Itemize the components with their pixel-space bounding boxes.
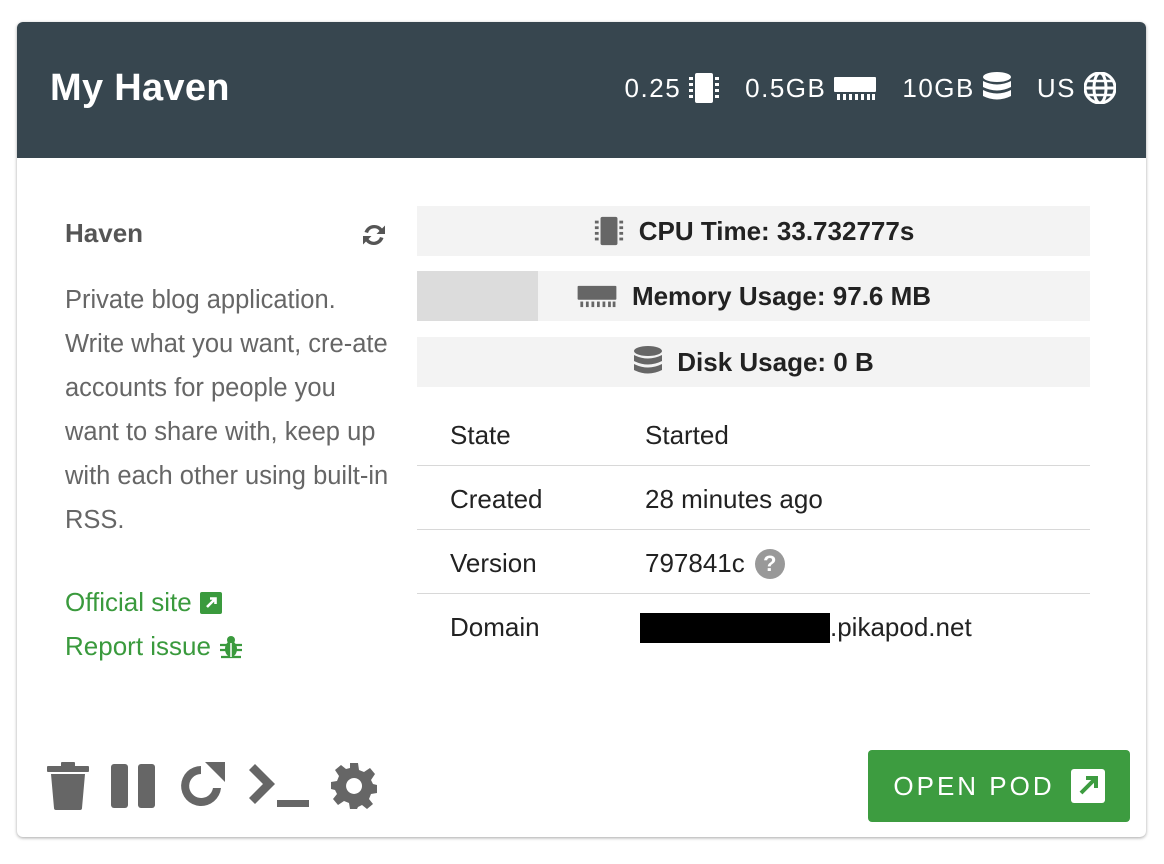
app-name: Haven [65, 218, 144, 248]
pod-actions [47, 762, 399, 810]
bug-icon [211, 635, 243, 659]
spec-memory-value: 0.5GB [745, 72, 827, 103]
domain-value[interactable]: .pikapod.net [830, 612, 972, 643]
pod-info-table: State Started Created 28 minutes ago Ver… [417, 402, 1090, 658]
table-row: Created 28 minutes ago [417, 466, 1090, 530]
cpu-chip-icon [593, 215, 639, 247]
terminal-icon[interactable] [247, 764, 309, 808]
row-key: State [450, 420, 511, 450]
report-issue-link[interactable]: Report issue [65, 631, 243, 662]
official-site-label: Official site [65, 587, 192, 617]
app-description: Private blog application. Write what you… [65, 286, 389, 534]
database-icon [633, 346, 677, 378]
spec-memory: 0.5GB [745, 72, 877, 104]
pause-icon[interactable] [111, 764, 155, 808]
table-row: State Started [417, 402, 1090, 466]
cpu-chip-icon [689, 71, 720, 105]
external-link-icon [1055, 769, 1105, 803]
disk-usage-label: Disk Usage: 0 B [677, 346, 874, 377]
table-row: Version 797841c ? [417, 530, 1090, 594]
restart-icon[interactable] [177, 762, 225, 810]
memory-usage-stat: Memory Usage: 97.6 MB [417, 271, 1090, 321]
memory-usage-label: Memory Usage: 97.6 MB [631, 280, 932, 311]
redacted-block [640, 612, 830, 643]
spec-disk-value: 10GB [902, 72, 975, 103]
official-site-link[interactable]: Official site [65, 587, 222, 618]
row-value-version: 797841c ? [645, 548, 785, 579]
memory-usage-bar [417, 271, 539, 321]
table-row: Domain .pikapod.net [417, 594, 1090, 658]
memory-icon [834, 75, 877, 101]
card-header: My Haven 0.25 0.5GB 10GB US [17, 22, 1146, 158]
row-key: Created [450, 484, 543, 514]
help-icon[interactable]: ? [754, 548, 785, 579]
refresh-icon[interactable] [361, 222, 387, 248]
row-value-domain: .pikapod.net [640, 612, 972, 643]
pod-title: My Haven [50, 67, 230, 109]
spec-region: US [1037, 72, 1116, 104]
spec-summary: 0.25 0.5GB 10GB US [599, 71, 1116, 105]
report-issue-label: Report issue [65, 631, 211, 661]
app-info-panel: Haven Private blog application. Write wh… [65, 218, 388, 661]
spec-cpu-value: 0.25 [624, 72, 682, 103]
row-key: Version [450, 548, 537, 578]
trash-icon[interactable] [47, 762, 89, 810]
spec-cpu: 0.25 [625, 71, 720, 105]
row-value: Started [645, 420, 729, 450]
open-pod-label: OPEN POD [893, 770, 1055, 801]
version-value: 797841c [645, 548, 745, 578]
open-pod-button[interactable]: OPEN POD [868, 750, 1130, 822]
cpu-time-label: CPU Time: 33.732777s [638, 215, 915, 246]
globe-icon [1084, 72, 1116, 104]
row-key: Domain [450, 612, 540, 642]
database-icon [982, 72, 1011, 104]
memory-icon [576, 284, 632, 308]
row-value: 28 minutes ago [645, 484, 823, 514]
pod-card: My Haven 0.25 0.5GB 10GB US Haven Privat… [17, 22, 1146, 837]
gear-icon[interactable] [331, 763, 377, 809]
spec-disk: 10GB [902, 72, 1011, 104]
cpu-time-stat: CPU Time: 33.732777s [417, 206, 1090, 256]
disk-usage-stat: Disk Usage: 0 B [417, 337, 1090, 387]
external-link-icon [192, 591, 222, 614]
spec-region-value: US [1036, 72, 1076, 103]
